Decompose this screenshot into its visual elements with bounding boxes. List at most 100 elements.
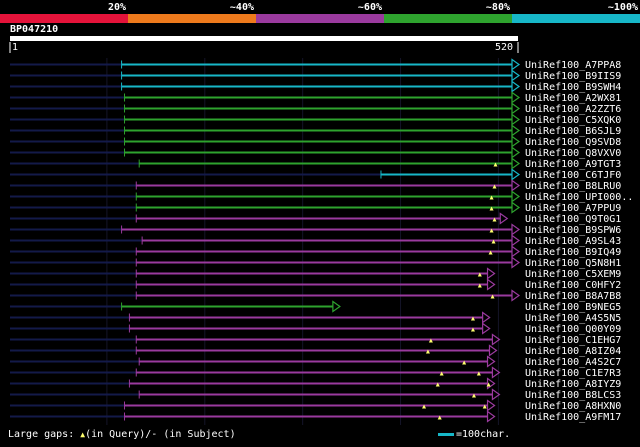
scale-label: ~80% bbox=[486, 2, 510, 13]
hit-row[interactable]: UniRef100_B8LCS3 bbox=[10, 388, 621, 402]
hit-row[interactable]: UniRef100_C5XEM9 bbox=[10, 267, 621, 281]
hit-row[interactable]: UniRef100_B9IIS9 bbox=[10, 69, 621, 83]
gap-legend: Large gaps: ▲(in Query)/- (in Subject) bbox=[8, 429, 236, 440]
hit-end-arrow bbox=[511, 69, 521, 82]
hit-label[interactable]: UniRef100_C0HFY2 bbox=[525, 280, 621, 291]
hit-row[interactable]: UniRef100_A4S2C7 bbox=[10, 355, 621, 369]
hit-row[interactable]: UniRef100_C5XQK0 bbox=[10, 113, 621, 127]
hit-end-arrow bbox=[511, 113, 521, 126]
ruler-start-label: 1 bbox=[12, 42, 19, 53]
hit-end-arrow bbox=[511, 135, 521, 148]
hit-label[interactable]: UniRef100_B9SWH4 bbox=[525, 82, 621, 93]
hit-label[interactable]: UniRef100_Q00Y09 bbox=[525, 324, 621, 335]
hit-row[interactable]: UniRef100_A2ZZT6 bbox=[10, 102, 621, 116]
hit-end-arrow bbox=[511, 179, 521, 192]
hit-label[interactable]: UniRef100_C1EHG7 bbox=[525, 335, 621, 346]
hit-end-arrow bbox=[511, 289, 521, 302]
hit-label[interactable]: UniRef100_B9IQ49 bbox=[525, 247, 621, 258]
hit-row[interactable]: UniRef100_A8HXN0 bbox=[10, 399, 621, 413]
scale-label: ~60% bbox=[358, 2, 382, 13]
scale-segment bbox=[128, 14, 256, 23]
hit-end-arrow bbox=[332, 300, 341, 313]
hit-row[interactable]: UniRef100_A8IYZ9 bbox=[10, 377, 621, 391]
hit-label[interactable]: UniRef100_A8IZ04 bbox=[525, 346, 621, 357]
hit-row[interactable]: UniRef100_A4S5N5 bbox=[10, 311, 621, 325]
hit-label[interactable]: UniRef100_C5XQK0 bbox=[525, 115, 621, 126]
hit-row[interactable]: UniRef100_B6SJL9 bbox=[10, 124, 621, 138]
hit-row[interactable]: UniRef100_A9FM17 bbox=[10, 410, 621, 424]
hit-row[interactable]: UniRef100_B9SWH4 bbox=[10, 80, 621, 94]
ruler-end-label: 520 bbox=[495, 42, 514, 53]
scale-segment bbox=[384, 14, 512, 23]
hit-label[interactable]: UniRef100_UPI000.. bbox=[525, 192, 633, 203]
length-legend-bar bbox=[438, 432, 454, 436]
scale-label: 20% bbox=[108, 2, 126, 13]
hit-label[interactable]: UniRef100_A2ZZT6 bbox=[525, 104, 621, 115]
hit-row[interactable]: UniRef100_A7PPA8 bbox=[10, 58, 621, 72]
hit-row[interactable]: UniRef100_C1EHG7 bbox=[10, 333, 621, 347]
length-legend-label: =100char. bbox=[456, 429, 511, 440]
hit-label[interactable]: UniRef100_A9FM17 bbox=[525, 412, 621, 423]
hit-label[interactable]: UniRef100_B9NEG5 bbox=[525, 302, 621, 313]
hit-label[interactable]: UniRef100_A9TGT3 bbox=[525, 159, 621, 170]
hit-row[interactable]: UniRef100_Q9T0G1 bbox=[10, 212, 621, 226]
hit-row[interactable]: UniRef100_C1E7R3 bbox=[10, 366, 621, 380]
hit-end-arrow bbox=[511, 245, 521, 258]
hit-label[interactable]: UniRef100_A7PPA8 bbox=[525, 60, 621, 71]
hit-label[interactable]: UniRef100_Q5N8H1 bbox=[525, 258, 621, 269]
hit-row[interactable]: UniRef100_B9NEG5 bbox=[10, 300, 621, 314]
hit-label[interactable]: UniRef100_C1E7R3 bbox=[525, 368, 621, 379]
length-legend: =100char. bbox=[438, 429, 510, 440]
scale-segment bbox=[256, 14, 384, 23]
hit-label[interactable]: UniRef100_B8LRU0 bbox=[525, 181, 621, 192]
hit-end-arrow bbox=[511, 256, 521, 269]
hit-label[interactable]: UniRef100_A8HXN0 bbox=[525, 401, 621, 412]
hit-label[interactable]: UniRef100_B9SPW6 bbox=[525, 225, 621, 236]
hit-row[interactable]: UniRef100_Q5N8H1 bbox=[10, 256, 621, 270]
hit-row[interactable]: UniRef100_A2WX81 bbox=[10, 91, 621, 105]
hit-end-arrow bbox=[499, 212, 509, 225]
hit-end-arrow bbox=[511, 102, 521, 115]
hit-row[interactable]: UniRef100_C6TJF0 bbox=[10, 168, 621, 182]
hit-end-arrow bbox=[482, 311, 491, 324]
hit-row[interactable]: UniRef100_UPI000.. bbox=[10, 190, 633, 204]
query-id: BP047210 bbox=[10, 24, 59, 35]
hit-row[interactable]: UniRef100_Q8VXV0 bbox=[10, 146, 621, 160]
hit-label[interactable]: UniRef100_C6TJF0 bbox=[525, 170, 621, 181]
hit-label[interactable]: UniRef100_B6SJL9 bbox=[525, 126, 621, 137]
hit-row[interactable]: UniRef100_A7PPU9 bbox=[10, 201, 621, 215]
hit-label[interactable]: UniRef100_A2WX81 bbox=[525, 93, 621, 104]
identity-scale: 20% ~40% ~60% ~80% ~100% bbox=[0, 2, 640, 23]
hit-end-arrow bbox=[511, 190, 521, 203]
hit-row[interactable]: UniRef100_A9SL43 bbox=[10, 234, 621, 248]
hit-row[interactable]: UniRef100_B9IQ49 bbox=[10, 245, 621, 259]
hit-end-arrow bbox=[486, 410, 496, 423]
hit-row[interactable]: UniRef100_A9TGT3 bbox=[10, 157, 621, 171]
hit-row[interactable]: UniRef100_B9SPW6 bbox=[10, 223, 621, 237]
hit-row[interactable]: UniRef100_Q9SVD8 bbox=[10, 135, 621, 149]
hit-label[interactable]: UniRef100_Q8VXV0 bbox=[525, 148, 621, 159]
hit-row[interactable]: UniRef100_B8LRU0 bbox=[10, 179, 621, 193]
blast-overview: 20% ~40% ~60% ~80% ~100% UniRef100_A7PPA8 Uni… bbox=[0, 0, 640, 443]
hit-label[interactable]: UniRef100_B8LCS3 bbox=[525, 390, 621, 401]
hit-label[interactable]: UniRef100_Q9T0G1 bbox=[525, 214, 621, 225]
hit-label[interactable]: UniRef100_B8A7B8 bbox=[525, 291, 621, 302]
hit-label[interactable]: UniRef100_A9SL43 bbox=[525, 236, 621, 247]
hit-end-arrow bbox=[486, 399, 496, 412]
hit-row[interactable]: UniRef100_B8A7B8 bbox=[10, 289, 621, 303]
hit-label[interactable]: UniRef100_A8IYZ9 bbox=[525, 379, 621, 390]
hit-label[interactable]: UniRef100_Q9SVD8 bbox=[525, 137, 621, 148]
hit-label[interactable]: UniRef100_B9IIS9 bbox=[525, 71, 621, 82]
hit-end-arrow bbox=[511, 223, 521, 236]
hit-label[interactable]: UniRef100_A7PPU9 bbox=[525, 203, 621, 214]
hit-row[interactable]: UniRef100_C0HFY2 bbox=[10, 278, 621, 292]
hit-end-arrow bbox=[511, 234, 521, 247]
hit-label[interactable]: UniRef100_A4S2C7 bbox=[525, 357, 621, 368]
hit-label[interactable]: UniRef100_C5XEM9 bbox=[525, 269, 621, 280]
hit-label[interactable]: UniRef100_A4S5N5 bbox=[525, 313, 621, 324]
hit-row[interactable]: UniRef100_Q00Y09 bbox=[10, 322, 621, 336]
hit-end-arrow bbox=[511, 91, 521, 104]
scale-label: ~100% bbox=[608, 2, 638, 13]
hit-row[interactable]: UniRef100_A8IZ04 bbox=[10, 344, 621, 358]
scale-segment bbox=[0, 14, 128, 23]
